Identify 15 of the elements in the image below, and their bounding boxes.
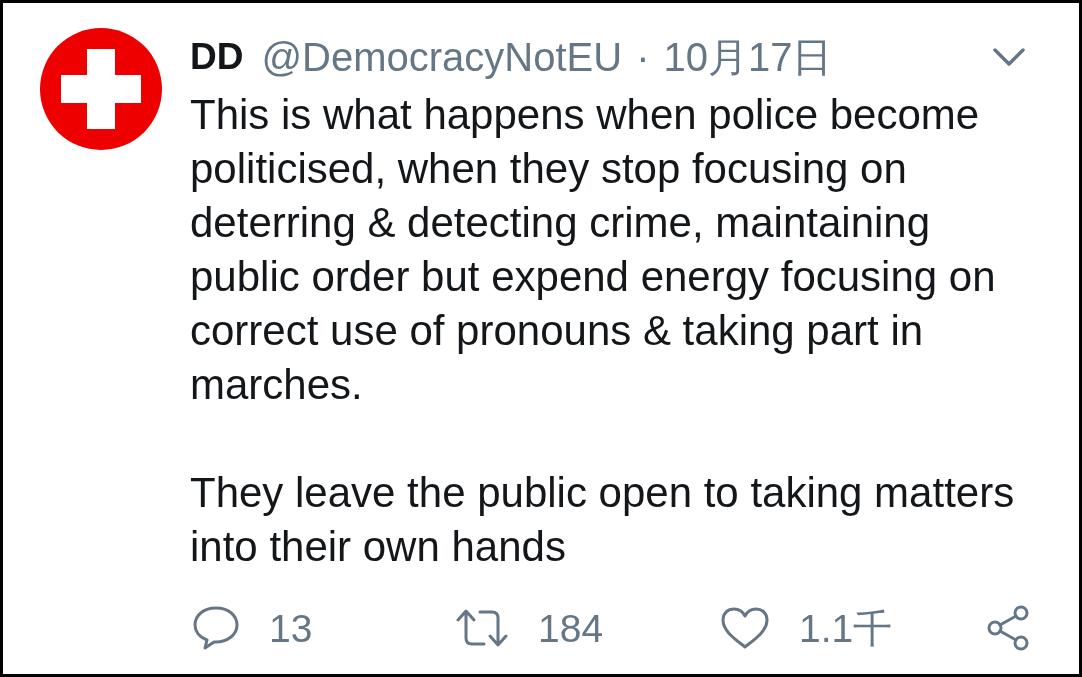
tweet-date[interactable]: 10月17日 xyxy=(663,36,833,77)
retweet-count: 184 xyxy=(538,608,604,648)
reply-icon[interactable] xyxy=(193,606,239,650)
heart-icon[interactable] xyxy=(721,607,769,649)
chevron-down-icon[interactable] xyxy=(993,47,1025,66)
author-name[interactable]: DD xyxy=(190,38,244,75)
reply-count: 13 xyxy=(269,608,313,648)
separator: · xyxy=(636,36,650,77)
tweet-text: This is what happens when police become politicised, when they stop focusing on deterring & detecting crime, maintaining public order but expend energy focusing on correct use of pronouns & taking part in marches. xyxy=(190,90,997,410)
avatar-icon xyxy=(40,28,162,150)
retweet-icon[interactable] xyxy=(456,608,508,648)
like-count: 1.1千 xyxy=(799,608,893,648)
share-icon[interactable] xyxy=(986,605,1030,651)
author-handle[interactable]: @DemocracyNotEU xyxy=(261,36,623,77)
tweet-text: They leave the public open to taking matters into their own hands xyxy=(190,468,1016,572)
